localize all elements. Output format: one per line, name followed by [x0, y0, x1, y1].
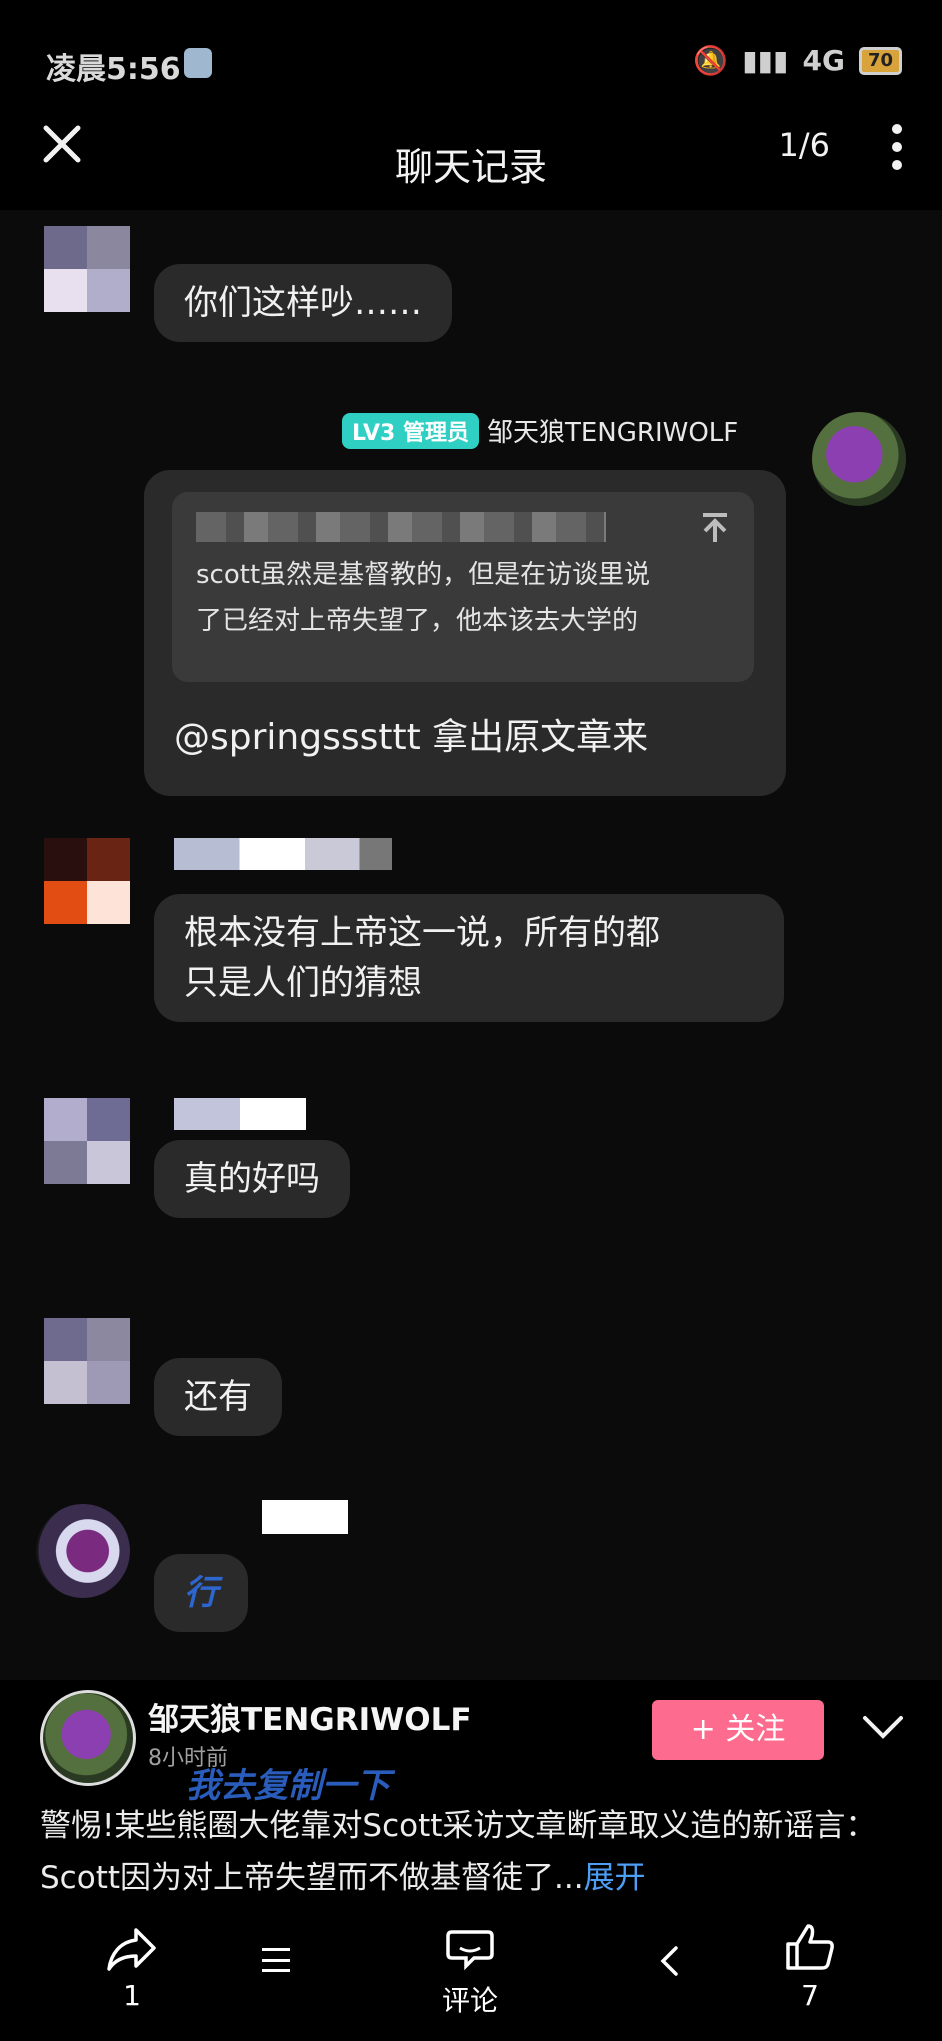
pin-top-icon [703, 513, 727, 542]
comment-button[interactable]: 评论 [410, 1926, 530, 2019]
status-time: 凌晨5:56 [46, 52, 181, 87]
sender-row: LV3 管理员 邹天狼TENGRIWOLF [342, 412, 738, 449]
message-bubble: 还有 [154, 1358, 282, 1436]
follow-button[interactable]: + 关注 [652, 1700, 824, 1760]
message-line: 根本没有上帝这一说，所有的都 [184, 913, 660, 953]
status-indicators: 🔕 ▮▮▮ 4G 70 [693, 44, 902, 77]
avatar [36, 1504, 130, 1598]
sender-name-blur [262, 1500, 348, 1534]
thumbs-up-icon [786, 1924, 834, 1970]
page-indicator: 1/6 [778, 126, 831, 164]
comment-icon [446, 1930, 494, 1971]
like-count: 7 [801, 1979, 819, 2012]
network-label: 4G [802, 44, 845, 77]
quote-line: 了已经对上帝失望了，他本该去大学的 [196, 606, 639, 636]
chat-screenshot: 你们这样吵…… LV3 管理员 邹天狼TENGRIWOLF scott虽然是基督… [0, 210, 942, 1680]
description-text: 警惕!某些熊圈大佬靠对Scott采访文章断章取义造的新谣言：Scott因为对上帝… [40, 1808, 877, 1896]
avatar [44, 226, 130, 312]
message-bubble: 你们这样吵…… [154, 264, 452, 342]
message-bubble: scott虽然是基督教的，但是在访谈里说 了已经对上帝失望了，他本该去大学的 @… [144, 470, 786, 796]
author-name[interactable]: 邹天狼TENGRIWOLF [148, 1694, 472, 1739]
message-bubble: 根本没有上帝这一说，所有的都 只是人们的猜想 [154, 894, 784, 1022]
back-arrow-icon[interactable] [658, 1944, 680, 1978]
post-description: 警惕!某些熊圈大佬靠对Scott采访文章断章取义造的新谣言：Scott因为对上帝… [40, 1800, 902, 1904]
comment-label: 评论 [441, 1984, 498, 2017]
status-bar: 凌晨5:56 🔕 ▮▮▮ 4G 70 [0, 0, 942, 120]
mute-icon: 🔕 [693, 44, 729, 77]
message-bubble: 行 [154, 1554, 248, 1632]
chevron-down-icon[interactable] [862, 1714, 904, 1740]
signal-icon: ▮▮▮ [742, 44, 789, 77]
avatar [44, 838, 130, 924]
app-notification-icon [184, 48, 212, 78]
sender-name-blur [174, 838, 392, 870]
avatar [44, 1098, 130, 1184]
battery-icon: 70 [858, 46, 902, 75]
share-count: 1 [123, 1979, 141, 2012]
level-badge: LV3 管理员 [342, 412, 479, 449]
more-options-icon[interactable] [890, 124, 904, 170]
like-button[interactable]: 7 [750, 1922, 870, 2012]
share-button[interactable]: 1 [72, 1926, 192, 2012]
avatar [812, 412, 906, 506]
expand-link[interactable]: 展开 [584, 1860, 646, 1896]
avatar [44, 1318, 130, 1404]
sender-name: 邹天狼TENGRIWOLF [486, 418, 739, 448]
message-bubble: 真的好吗 [154, 1140, 350, 1218]
quote-sender-blur [196, 512, 606, 542]
list-icon[interactable] [262, 1948, 290, 1972]
quote-line: scott虽然是基督教的，但是在访谈里说 [196, 560, 651, 590]
quoted-message: scott虽然是基督教的，但是在访谈里说 了已经对上帝失望了，他本该去大学的 [172, 492, 754, 682]
message-text: @springsssttt 拿出原文章来 [174, 717, 649, 758]
share-icon [107, 1928, 156, 1971]
message-line: 只是人们的猜想 [184, 963, 422, 1003]
sender-name-blur [174, 1098, 306, 1130]
author-avatar[interactable] [40, 1690, 136, 1786]
